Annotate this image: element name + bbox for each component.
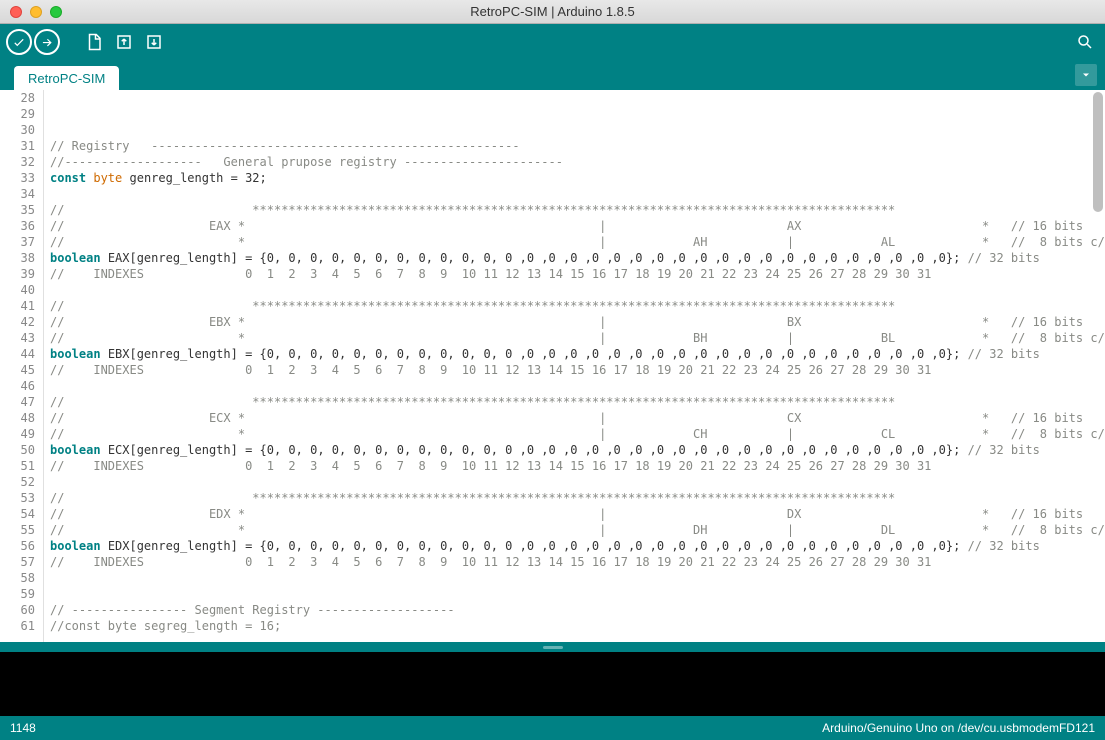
code-line	[50, 106, 1105, 122]
arrow-right-icon	[40, 35, 54, 49]
save-button[interactable]	[140, 28, 168, 56]
code-content[interactable]: // Registry ----------------------------…	[44, 90, 1105, 642]
code-line	[50, 474, 1105, 490]
arrow-up-icon	[115, 33, 133, 51]
magnify-icon	[1076, 33, 1094, 51]
upload-button[interactable]	[34, 29, 60, 55]
output-console[interactable]	[0, 652, 1105, 716]
code-line	[50, 186, 1105, 202]
code-line: // ECX * | CX * // 16 bits	[50, 410, 1105, 426]
code-line: // EAX * | AX * // 16 bits	[50, 218, 1105, 234]
code-line: boolean EDX[genreg_length] = {0, 0, 0, 0…	[50, 538, 1105, 554]
status-board-port: Arduino/Genuino Uno on /dev/cu.usbmodemF…	[822, 721, 1095, 735]
tabbar: RetroPC-SIM	[0, 60, 1105, 90]
code-line: //------------------- General prupose re…	[50, 154, 1105, 170]
arrow-down-icon	[145, 33, 163, 51]
code-line: // INDEXES 0 1 2 3 4 5 6 7 8 9 10 11 12 …	[50, 362, 1105, 378]
code-line: // Registry ----------------------------…	[50, 138, 1105, 154]
code-line: // INDEXES 0 1 2 3 4 5 6 7 8 9 10 11 12 …	[50, 266, 1105, 282]
code-line: boolean EAX[genreg_length] = {0, 0, 0, 0…	[50, 250, 1105, 266]
code-line	[50, 378, 1105, 394]
code-line: // * | AH | AL * // 8 bits c/u	[50, 234, 1105, 250]
code-line: // EDX * | DX * // 16 bits	[50, 506, 1105, 522]
code-line: // *************************************…	[50, 490, 1105, 506]
check-icon	[12, 35, 26, 49]
code-line: // * | DH | DL * // 8 bits c/u	[50, 522, 1105, 538]
code-line	[50, 90, 1105, 106]
code-line	[50, 282, 1105, 298]
code-line: // ---------------- Segment Registry ---…	[50, 602, 1105, 618]
code-line: // EBX * | BX * // 16 bits	[50, 314, 1105, 330]
code-line: // INDEXES 0 1 2 3 4 5 6 7 8 9 10 11 12 …	[50, 554, 1105, 570]
chevron-down-icon	[1080, 69, 1092, 81]
code-line: // INDEXES 0 1 2 3 4 5 6 7 8 9 10 11 12 …	[50, 458, 1105, 474]
code-line: // * | CH | CL * // 8 bits c/u	[50, 426, 1105, 442]
drag-handle-icon	[543, 646, 563, 649]
code-line: boolean EBX[genreg_length] = {0, 0, 0, 0…	[50, 346, 1105, 362]
titlebar: RetroPC-SIM | Arduino 1.8.5	[0, 0, 1105, 24]
new-button[interactable]	[80, 28, 108, 56]
window-title: RetroPC-SIM | Arduino 1.8.5	[0, 4, 1105, 19]
code-line: // *************************************…	[50, 394, 1105, 410]
editor-area: 2829303132333435363738394041424344454647…	[0, 90, 1105, 642]
status-line-number: 1148	[10, 721, 36, 735]
code-line	[50, 570, 1105, 586]
line-number-gutter: 2829303132333435363738394041424344454647…	[0, 90, 44, 642]
code-line: // *************************************…	[50, 202, 1105, 218]
open-button[interactable]	[110, 28, 138, 56]
code-line: // * | BH | BL * // 8 bits c/u	[50, 330, 1105, 346]
code-line	[50, 122, 1105, 138]
code-editor[interactable]: 2829303132333435363738394041424344454647…	[0, 90, 1105, 642]
code-line: //const byte segreg_length = 16;	[50, 618, 1105, 634]
toolbar	[0, 24, 1105, 60]
serial-monitor-button[interactable]	[1071, 28, 1099, 56]
code-line	[50, 586, 1105, 602]
vertical-scrollbar[interactable]	[1093, 92, 1103, 212]
code-line: boolean ECX[genreg_length] = {0, 0, 0, 0…	[50, 442, 1105, 458]
pane-divider[interactable]	[0, 642, 1105, 652]
statusbar: 1148 Arduino/Genuino Uno on /dev/cu.usbm…	[0, 716, 1105, 740]
file-new-icon	[85, 33, 103, 51]
tab-main[interactable]: RetroPC-SIM	[14, 66, 119, 90]
verify-button[interactable]	[6, 29, 32, 55]
code-line: const byte genreg_length = 32;	[50, 170, 1105, 186]
code-line: // *************************************…	[50, 298, 1105, 314]
app-window: RetroPC-SIM | Arduino 1.8.5 RetroPC-SIM	[0, 0, 1105, 740]
tab-menu-button[interactable]	[1075, 64, 1097, 86]
